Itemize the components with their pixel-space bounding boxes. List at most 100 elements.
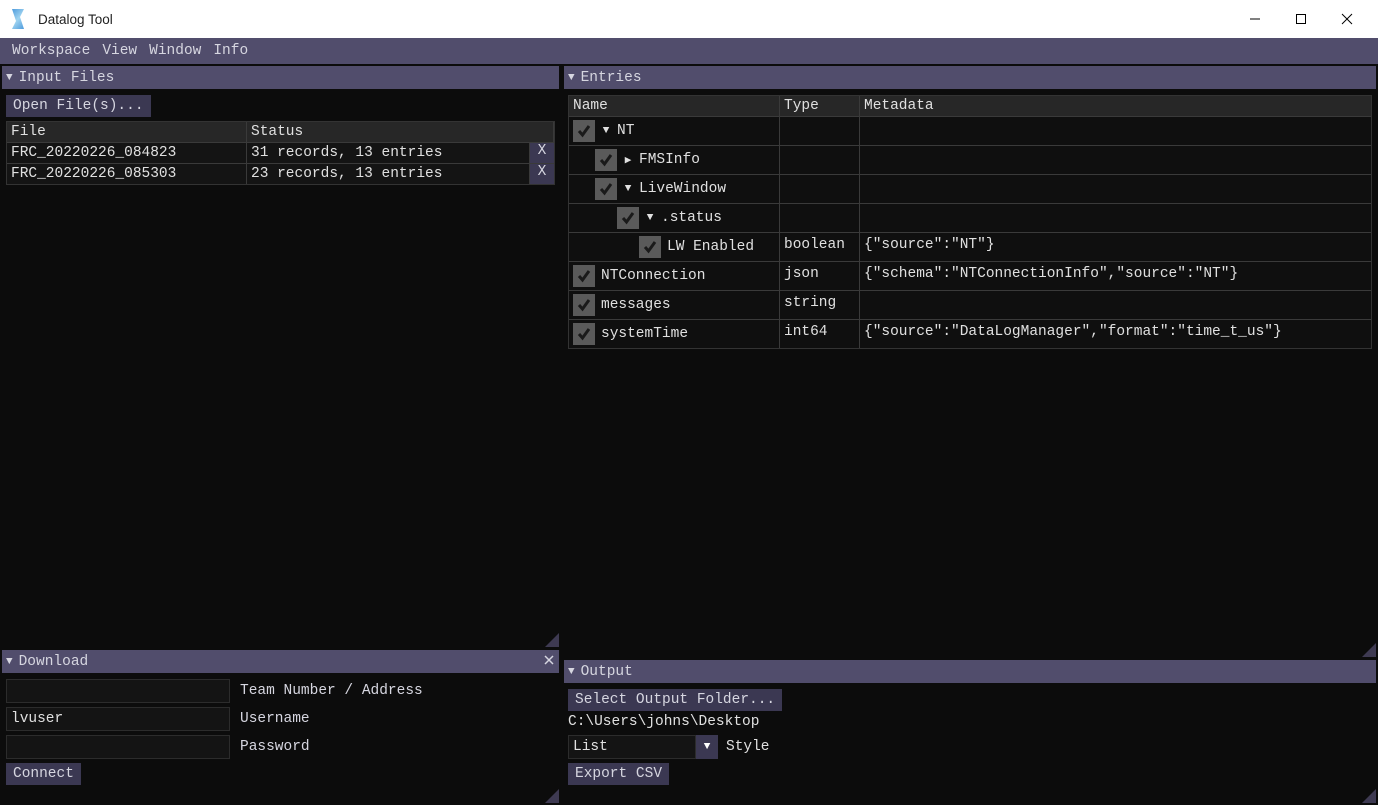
remove-file-button[interactable]: X — [530, 164, 554, 184]
file-row[interactable]: FRC_20220226_084823 31 records, 13 entri… — [7, 143, 554, 164]
entry-checkbox[interactable] — [573, 265, 595, 287]
resize-handle-icon[interactable] — [1362, 643, 1376, 657]
open-files-button[interactable]: Open File(s)... — [6, 95, 151, 117]
entries-table: Name Type Metadata ▼ NT ▶ FMSInfo ▼LiveWindo… — [568, 95, 1372, 349]
entry-row[interactable]: ▼ NT — [569, 116, 1371, 145]
entry-checkbox[interactable] — [573, 120, 595, 142]
maximize-button[interactable] — [1278, 0, 1324, 38]
app-icon — [8, 9, 28, 29]
team-number-input[interactable] — [6, 679, 230, 703]
entries-header[interactable]: ▼ Entries — [564, 66, 1376, 89]
entry-checkbox[interactable] — [573, 294, 595, 316]
entry-name: NTConnection — [601, 268, 705, 284]
entry-metadata: {"source":"NT"} — [860, 233, 1371, 261]
panel-collapse-icon: ▼ — [568, 72, 575, 84]
entry-metadata — [860, 146, 1371, 174]
panel-title: Download — [19, 654, 89, 670]
col-meta-header[interactable]: Metadata — [860, 96, 1371, 116]
entry-metadata: {"source":"DataLogManager","format":"tim… — [860, 320, 1371, 348]
entry-row[interactable]: ▶ FMSInfo — [569, 145, 1371, 174]
entry-row[interactable]: messagesstring — [569, 290, 1371, 319]
panel-close-icon[interactable] — [543, 654, 555, 670]
team-number-label: Team Number / Address — [240, 683, 423, 699]
entry-name: LW Enabled — [667, 239, 754, 255]
panel-title: Entries — [581, 70, 642, 86]
entry-checkbox[interactable] — [617, 207, 639, 229]
file-status: 23 records, 13 entries — [247, 164, 530, 184]
menubar: Workspace View Window Info — [0, 38, 1378, 64]
select-output-folder-button[interactable]: Select Output Folder... — [568, 689, 782, 711]
file-row[interactable]: FRC_20220226_085303 23 records, 13 entri… — [7, 164, 554, 184]
input-files-panel: ▼ Input Files Open File(s)... File Statu… — [2, 66, 559, 647]
window-title: Datalog Tool — [38, 12, 113, 27]
password-input[interactable] — [6, 735, 230, 759]
entry-name: messages — [601, 297, 671, 313]
entry-metadata: {"schema":"NTConnectionInfo","source":"N… — [860, 262, 1371, 290]
entry-checkbox[interactable] — [595, 149, 617, 171]
entry-type: int64 — [780, 320, 860, 348]
remove-file-button[interactable]: X — [530, 143, 554, 163]
entry-type: boolean — [780, 233, 860, 261]
output-path: C:\Users\johns\Desktop — [568, 714, 1372, 730]
entry-checkbox[interactable] — [595, 178, 617, 200]
file-name: FRC_20220226_085303 — [7, 164, 247, 184]
entry-name: .status — [661, 210, 722, 226]
entry-name: FMSInfo — [639, 152, 700, 168]
panel-collapse-icon: ▼ — [568, 666, 575, 678]
minimize-button[interactable] — [1232, 0, 1278, 38]
password-label: Password — [240, 739, 310, 755]
entry-row[interactable]: ▼LiveWindow — [569, 174, 1371, 203]
resize-handle-icon[interactable] — [1362, 789, 1376, 803]
entry-type — [780, 146, 860, 174]
export-csv-button[interactable]: Export CSV — [568, 763, 669, 785]
entries-panel: ▼ Entries Name Type Metadata ▼ NT ▶ FMSInfo… — [564, 66, 1376, 657]
collapse-icon[interactable]: ▼ — [601, 125, 611, 137]
menu-workspace[interactable]: Workspace — [6, 40, 96, 62]
collapse-icon[interactable]: ▼ — [623, 183, 633, 195]
entry-type — [780, 175, 860, 203]
entry-row[interactable]: NTConnection json{"schema":"NTConnectionI… — [569, 261, 1371, 290]
file-table: File Status FRC_20220226_084823 31 recor… — [6, 121, 555, 185]
menu-window[interactable]: Window — [143, 40, 207, 62]
style-combo[interactable]: List ▼ — [568, 735, 718, 759]
col-type-header[interactable]: Type — [780, 96, 860, 116]
chevron-down-icon: ▼ — [696, 735, 718, 759]
style-label: Style — [726, 739, 770, 755]
entry-row[interactable]: systemTime int64{"source":"DataLogManager… — [569, 319, 1371, 348]
entry-metadata — [860, 291, 1371, 319]
entry-name: systemTime — [601, 326, 688, 342]
entry-name: NT — [617, 123, 634, 139]
download-header[interactable]: ▼ Download — [2, 650, 559, 673]
entry-checkbox[interactable] — [573, 323, 595, 345]
resize-handle-icon[interactable] — [545, 789, 559, 803]
resize-handle-icon[interactable] — [545, 633, 559, 647]
col-name-header[interactable]: Name — [569, 96, 780, 116]
entry-row[interactable]: LW Enabled boolean{"source":"NT"} — [569, 232, 1371, 261]
panel-collapse-icon: ▼ — [6, 72, 13, 84]
menu-view[interactable]: View — [96, 40, 143, 62]
output-header[interactable]: ▼ Output — [564, 660, 1376, 683]
panel-collapse-icon: ▼ — [6, 656, 13, 668]
entry-type — [780, 204, 860, 232]
username-input[interactable] — [6, 707, 230, 731]
entry-type: json — [780, 262, 860, 290]
panel-title: Output — [581, 664, 633, 680]
download-panel: ▼ Download Team Number / Address Usernam… — [2, 650, 559, 803]
entry-type — [780, 117, 860, 145]
file-status: 31 records, 13 entries — [247, 143, 530, 163]
file-name: FRC_20220226_084823 — [7, 143, 247, 163]
close-button[interactable] — [1324, 0, 1370, 38]
entry-metadata — [860, 117, 1371, 145]
entry-checkbox[interactable] — [639, 236, 661, 258]
collapse-icon[interactable]: ▼ — [645, 212, 655, 224]
entry-metadata — [860, 204, 1371, 232]
connect-button[interactable]: Connect — [6, 763, 81, 785]
entry-row[interactable]: ▼ .status — [569, 203, 1371, 232]
col-status-header[interactable]: Status — [247, 122, 554, 142]
menu-info[interactable]: Info — [207, 40, 254, 62]
expand-icon[interactable]: ▶ — [623, 153, 633, 167]
entry-metadata — [860, 175, 1371, 203]
input-files-header[interactable]: ▼ Input Files — [2, 66, 559, 89]
col-file-header[interactable]: File — [7, 122, 247, 142]
panel-title: Input Files — [19, 70, 115, 86]
